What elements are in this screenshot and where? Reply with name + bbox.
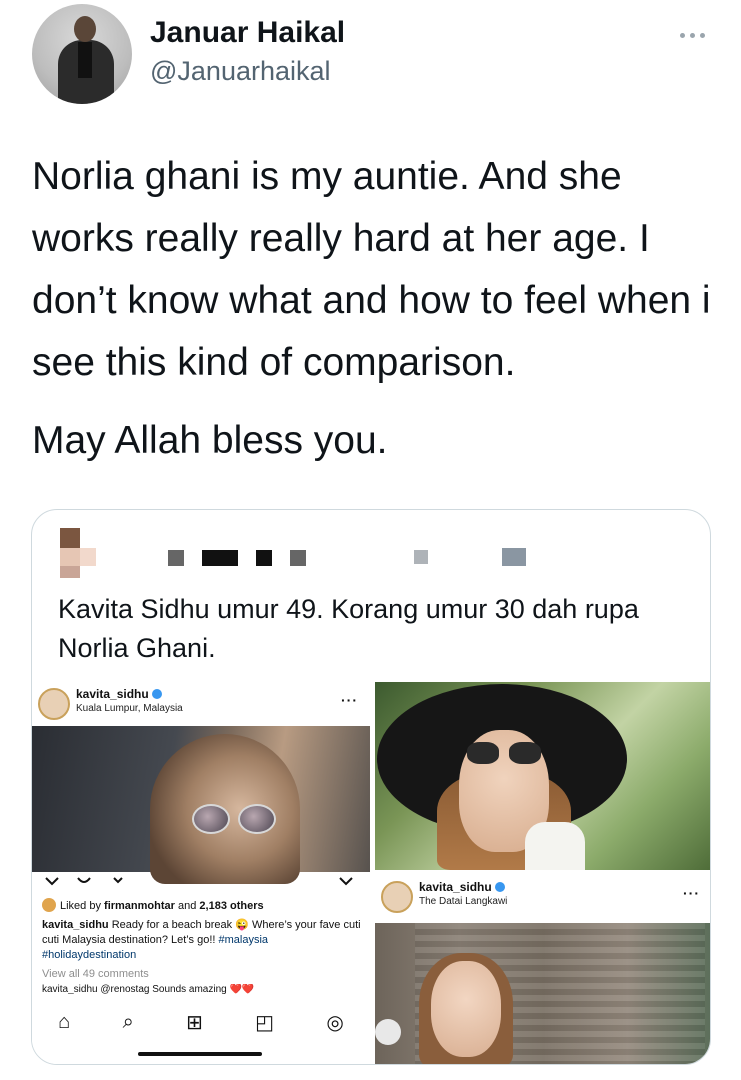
sunglasses-lens bbox=[238, 804, 276, 834]
ig-caption: kavita_sidhu Ready for a beach break 😜 W… bbox=[42, 918, 362, 963]
home-indicator-bar bbox=[138, 1052, 262, 1056]
ig-comment-preview: kavita_sidhu @renostag Sounds amazing ❤️… bbox=[42, 984, 255, 994]
caption-username: kavita_sidhu bbox=[42, 919, 109, 931]
ig-view-all-comments: View all 49 comments bbox=[42, 968, 149, 980]
redacted-block bbox=[502, 548, 526, 566]
ig-post-header: kavita_sidhu The Datai Langkawi ··· bbox=[375, 875, 710, 919]
more-dot bbox=[699, 32, 705, 38]
ig-avatar bbox=[381, 881, 413, 913]
ig-photo-car-selfie bbox=[32, 726, 370, 884]
add-post-icon: ⊞ bbox=[186, 1011, 203, 1034]
tweet-paragraph: Norlia ghani is my auntie. And she works… bbox=[32, 155, 711, 384]
bird-decoration bbox=[375, 1019, 401, 1045]
ig-username: kavita_sidhu bbox=[419, 880, 505, 894]
likes-count: 2,183 others bbox=[199, 900, 264, 912]
tweet-paragraph: May Allah bless you. bbox=[32, 419, 388, 462]
quoted-image-collage[interactable]: kavita_sidhu Kuala Lumpur, Malaysia ··· … bbox=[32, 682, 710, 1064]
shop-icon: ◰ bbox=[255, 1011, 275, 1034]
ig-avatar bbox=[38, 688, 70, 720]
redacted-block bbox=[60, 528, 80, 548]
ig-photo-mirror-selfie bbox=[375, 923, 710, 1064]
redacted-block bbox=[202, 550, 238, 566]
more-options-icon[interactable] bbox=[674, 24, 710, 46]
verified-badge-icon bbox=[494, 882, 505, 892]
sunglasses-lens bbox=[509, 742, 541, 764]
ig-username-text: kavita_sidhu bbox=[419, 880, 492, 894]
instagram-screenshot-1[interactable]: kavita_sidhu Kuala Lumpur, Malaysia ··· … bbox=[32, 682, 370, 1064]
photo-subject-top bbox=[525, 822, 585, 870]
caption-hashtag: #holidaydestination bbox=[42, 949, 137, 961]
tweet-header: Januar Haikal @Januarhaikal bbox=[0, 0, 741, 120]
ig-username: kavita_sidhu bbox=[76, 687, 162, 701]
ig-post-header: kavita_sidhu Kuala Lumpur, Malaysia ··· bbox=[32, 682, 370, 726]
likes-mid: and bbox=[174, 900, 200, 912]
redacted-block bbox=[290, 550, 306, 566]
photo-subject-face bbox=[431, 961, 501, 1057]
avatar-figure-shirt bbox=[78, 42, 92, 78]
author-handle[interactable]: @Januarhaikal bbox=[150, 56, 331, 87]
redacted-block bbox=[168, 550, 184, 566]
instagram-screenshot-2[interactable]: kavita_sidhu The Datai Langkawi ··· bbox=[375, 875, 710, 1064]
caption-hashtag: #malaysia bbox=[218, 934, 269, 946]
redacted-block bbox=[60, 566, 80, 578]
tweet-body: Norlia ghani is my auntie. And she works… bbox=[32, 146, 712, 472]
redacted-block bbox=[80, 548, 96, 566]
quoted-tweet-card[interactable]: Kavita Sidhu umur 49. Korang umur 30 dah… bbox=[31, 509, 711, 1065]
photo-wide-brim-hat bbox=[375, 682, 710, 870]
home-icon: ⌂ bbox=[58, 1010, 71, 1033]
ig-more-icon: ··· bbox=[683, 885, 700, 901]
ig-username-text: kavita_sidhu bbox=[76, 687, 149, 701]
likes-prefix: Liked by bbox=[60, 900, 105, 912]
redacted-block bbox=[256, 550, 272, 566]
redacted-block bbox=[60, 548, 80, 566]
ig-bottom-nav: ⌂ ⌕ ⊞ ◰ ◎ bbox=[32, 1002, 370, 1042]
search-icon: ⌕ bbox=[122, 1010, 134, 1033]
quoted-tweet-text: Kavita Sidhu umur 49. Korang umur 30 dah… bbox=[58, 594, 639, 663]
ig-location: The Datai Langkawi bbox=[419, 896, 508, 907]
sunglasses-lens bbox=[467, 742, 499, 764]
ig-location: Kuala Lumpur, Malaysia bbox=[76, 703, 183, 714]
author-name[interactable]: Januar Haikal bbox=[150, 16, 345, 50]
avatar-figure-head bbox=[74, 16, 96, 42]
liked-by-user: firmanmohtar bbox=[104, 900, 175, 912]
liker-avatar bbox=[42, 898, 56, 912]
verified-badge-icon bbox=[151, 689, 162, 699]
ig-likes-line: Liked by firmanmohtar and 2,183 others bbox=[42, 898, 264, 912]
sunglasses-lens bbox=[192, 804, 230, 834]
author-avatar[interactable] bbox=[32, 4, 132, 104]
redacted-block bbox=[414, 550, 428, 564]
ig-action-icons bbox=[45, 877, 353, 886]
more-dot bbox=[689, 32, 695, 38]
more-dot bbox=[679, 32, 685, 38]
profile-icon: ◎ bbox=[326, 1011, 344, 1034]
ig-more-icon: ··· bbox=[341, 692, 358, 708]
